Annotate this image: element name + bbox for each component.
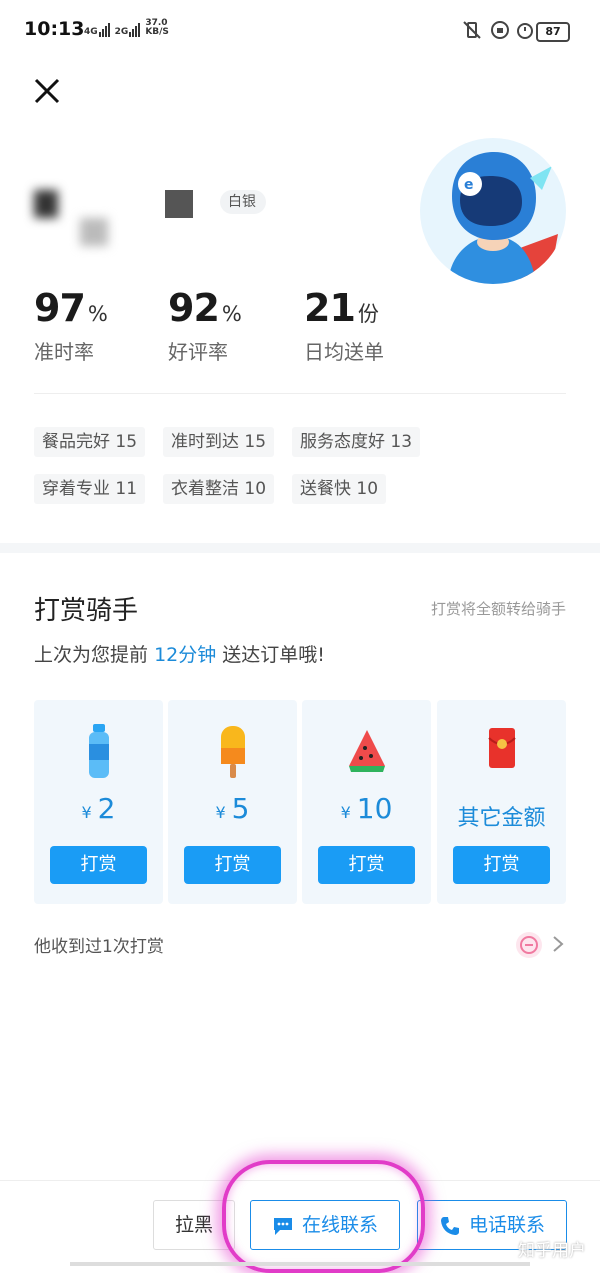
stat-ontime-value: 97 <box>34 286 86 330</box>
tip-button[interactable]: 打赏 <box>184 846 281 884</box>
currency-symbol: ¥ <box>340 803 351 822</box>
home-indicator <box>70 1262 530 1266</box>
tip-subtitle-suffix: 送达订单哦! <box>222 644 325 666</box>
signal-bars-icon <box>98 23 110 37</box>
call-label: 电话联系 <box>468 1214 545 1236</box>
close-icon <box>34 78 60 104</box>
review-tag: 穿着专业 11 <box>34 474 146 504</box>
tip-option-2[interactable]: ¥2 打赏 <box>34 700 163 904</box>
vibrate-mute-icon <box>463 21 481 39</box>
annotation-highlight-circle <box>222 1160 425 1273</box>
review-tag: 服务态度好 13 <box>292 427 421 457</box>
net-speed: 37.0 KB/S <box>145 19 169 37</box>
redacted-name <box>80 218 108 246</box>
rider-avatar: e <box>420 138 566 284</box>
tip-button[interactable]: 打赏 <box>318 846 415 884</box>
stat-goodrate-label: 好评率 <box>168 340 228 364</box>
currency-symbol: ¥ <box>81 803 92 822</box>
water-bottle-icon <box>88 724 109 778</box>
phone-icon <box>440 1216 459 1235</box>
signal-4g: 4G <box>84 23 111 37</box>
status-time: 10:13 <box>24 18 85 40</box>
tip-button[interactable]: 打赏 <box>50 846 147 884</box>
divider <box>34 393 566 394</box>
stat-daily-orders-label: 日均送单 <box>304 340 384 364</box>
red-envelope-icon <box>487 728 516 768</box>
review-tag: 送餐快 10 <box>292 474 387 504</box>
stat-ontime-unit: % <box>87 302 108 326</box>
stat-daily-orders-value: 21 <box>304 286 356 330</box>
watermelon-icon <box>348 730 385 772</box>
redacted-block <box>165 190 193 218</box>
net-4g-label: 4G <box>84 27 98 37</box>
tip-button[interactable]: 打赏 <box>453 846 550 884</box>
battery-indicator: 87 <box>536 22 570 42</box>
tip-amount-value: 5 <box>231 792 250 825</box>
lock-rotation-icon <box>491 21 509 39</box>
popsicle-icon <box>220 726 245 778</box>
chevron-right-icon[interactable] <box>552 934 564 959</box>
section-gap <box>0 543 600 553</box>
signal-bars-icon <box>129 23 141 37</box>
tip-subtitle: 上次为您提前 12分钟 送达订单哦! <box>34 640 325 667</box>
stat-goodrate-value: 92 <box>168 286 220 330</box>
net-speed-unit: KB/S <box>145 27 169 37</box>
tip-option-other[interactable]: 其它金额 打赏 <box>437 700 566 904</box>
signal-2g: 2G <box>115 23 142 37</box>
tip-title: 打赏骑手 <box>34 596 139 626</box>
level-badge-label: 白银 <box>228 194 256 210</box>
chevron-right-shape <box>553 936 564 952</box>
stat-daily-orders-unit: 份 <box>357 302 379 326</box>
net-2g-label: 2G <box>114 27 129 37</box>
tip-amount-value: 2 <box>97 792 116 825</box>
rider-avatar-illustration: e <box>448 152 558 284</box>
stat-ontime: 97% 准时率 <box>34 286 108 365</box>
tip-subtitle-prefix: 上次为您提前 <box>34 644 149 666</box>
tips-received-text[interactable]: 他收到过1次打赏 <box>34 932 164 957</box>
tip-amount-other: 其它金额 <box>457 806 546 831</box>
eleme-logo-icon <box>520 936 538 954</box>
close-button[interactable] <box>30 74 64 108</box>
tip-option-10[interactable]: ¥10 打赏 <box>302 700 431 904</box>
tip-amount-value: 10 <box>356 792 393 825</box>
stat-goodrate: 92% 好评率 <box>168 286 242 365</box>
level-badge: 白银 <box>220 190 266 214</box>
review-tag: 准时到达 15 <box>163 427 275 457</box>
stat-goodrate-unit: % <box>221 302 242 326</box>
tip-amount: ¥2 <box>34 792 163 825</box>
block-button-label: 拉黑 <box>174 1214 213 1236</box>
tip-early-minutes: 12分钟 <box>154 644 217 666</box>
svg-text:e: e <box>464 177 474 193</box>
tip-amount: ¥5 <box>168 792 297 825</box>
eleme-icon <box>516 932 542 958</box>
currency-symbol: ¥ <box>215 803 226 822</box>
redacted-name <box>34 190 58 218</box>
tip-note: 打赏将全额转给骑手 <box>430 600 566 618</box>
review-tag: 餐品完好 15 <box>34 427 146 457</box>
stat-daily-orders: 21 份 日均送单 <box>304 286 384 365</box>
watermark: 知乎用户 <box>518 1241 586 1261</box>
stat-ontime-label: 准时率 <box>34 340 94 364</box>
network-indicators: 4G 2G 37.0 KB/S <box>84 19 169 37</box>
alarm-icon <box>517 23 533 39</box>
tip-amount: ¥10 <box>302 792 431 825</box>
status-icons <box>463 21 533 39</box>
review-tag: 衣着整洁 10 <box>163 474 275 504</box>
tip-option-5[interactable]: ¥5 打赏 <box>168 700 297 904</box>
